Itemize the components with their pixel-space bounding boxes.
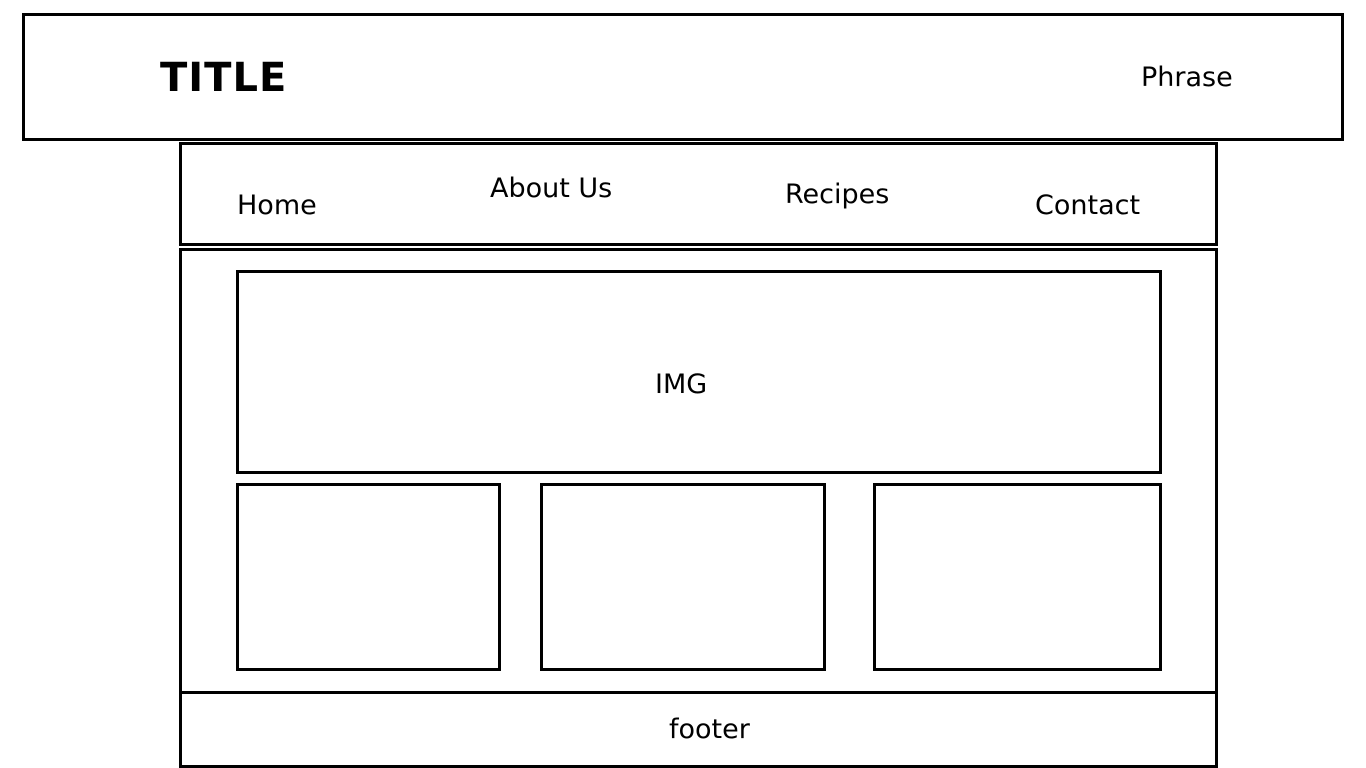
nav-item-about-us[interactable]: About Us bbox=[490, 175, 612, 202]
nav-item-recipes[interactable]: Recipes bbox=[785, 181, 889, 208]
content-card-1 bbox=[236, 483, 501, 671]
nav-item-home[interactable]: Home bbox=[237, 192, 317, 219]
content-card-2 bbox=[540, 483, 826, 671]
footer-label: footer bbox=[669, 714, 750, 745]
nav-item-contact[interactable]: Contact bbox=[1035, 192, 1140, 219]
content-card-3 bbox=[873, 483, 1162, 671]
hero-image-label: IMG bbox=[655, 369, 708, 400]
header-phrase: Phrase bbox=[1141, 62, 1233, 93]
site-title: TITLE bbox=[160, 55, 288, 101]
